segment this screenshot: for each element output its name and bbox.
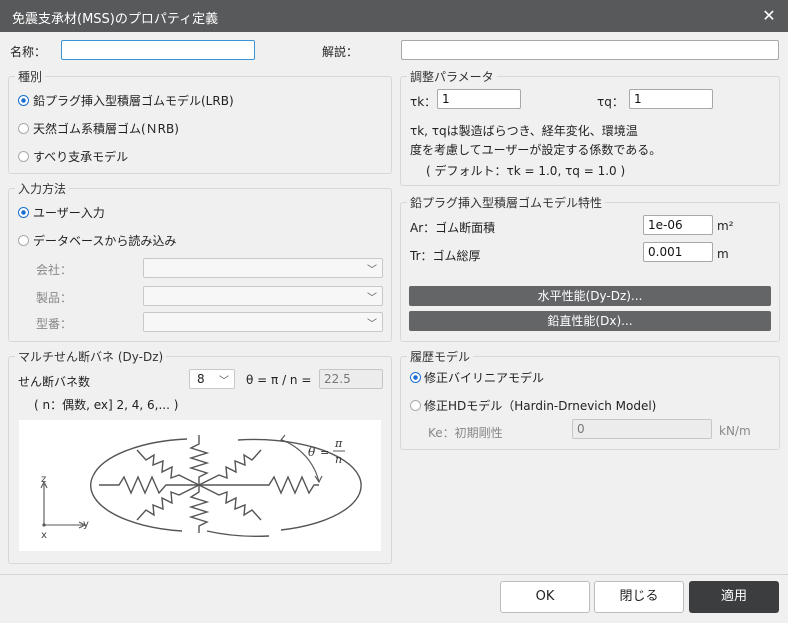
tr-unit: m	[717, 247, 729, 261]
description-input[interactable]	[401, 40, 779, 60]
adjust-description-line2: 度を考慮してユーザーが設定する係数である。	[410, 143, 662, 157]
theta-symbol: θ	[308, 445, 316, 459]
type-lrb-label[interactable]: 鉛プラグ挿入型積層ゴムモデル(LRB)	[33, 92, 234, 109]
spring-count-note: ( n：偶数, ex] 2, 4, 6,... )	[34, 398, 179, 412]
theta-value: 22.5	[319, 369, 383, 389]
type-lrb-radio[interactable]	[18, 95, 29, 106]
type-nrb-label[interactable]: 天然ゴム系積層ゴム(ＮRB)	[33, 120, 179, 137]
tq-label: τq：	[597, 95, 624, 109]
apply-button[interactable]: 適用	[689, 581, 779, 613]
ar-input[interactable]: 1e-06	[643, 215, 713, 235]
chevron-down-icon: ﹀	[367, 265, 377, 276]
adjust-default-note: ( デフォルト：τk = 1.0, τq = 1.0 )	[426, 164, 626, 178]
lrb-property-title: 鉛プラグ挿入型積層ゴムモデル特性	[407, 194, 606, 211]
description-label: 解説：	[322, 45, 359, 59]
window-title: 免震支承材(MSS)のプロパティ定義	[12, 12, 219, 27]
tr-input[interactable]: 0.001	[643, 242, 713, 262]
input-database-radio[interactable]	[18, 235, 29, 246]
theta-label: θ = π / n =	[246, 373, 312, 387]
pi-symbol: π	[334, 437, 343, 450]
chevron-down-icon: ﹀	[367, 293, 377, 304]
input-user-label[interactable]: ユーザー入力	[33, 204, 105, 221]
type-group-title: 種別	[15, 68, 46, 85]
n-symbol: n	[335, 453, 342, 466]
hysteresis-bilinear-label[interactable]: 修正バイリニアモデル	[424, 369, 544, 386]
axis-y-label: y	[83, 519, 89, 530]
name-label: 名称：	[10, 45, 47, 59]
adjust-description-line1: τk, τqは製造ばらつき、経年変化、環境温	[410, 124, 638, 138]
spring-count-label: せん断バネ数	[18, 375, 91, 389]
company-label: 会社：	[36, 263, 73, 277]
spring-diagram: θ = π n z y x	[19, 420, 381, 551]
tr-label: Tr：ゴム総厚	[410, 249, 481, 263]
tk-label: τk：	[410, 95, 437, 109]
spring-diagram-svg: θ = π n z y x	[40, 434, 362, 541]
ar-unit: m²	[717, 219, 734, 233]
type-sliding-label[interactable]: すべり支承モデル	[33, 148, 128, 165]
input-database-label[interactable]: データベースから読み込み	[33, 232, 176, 249]
adjust-group-title: 調整パラメータ	[407, 68, 497, 85]
input-method-title: 入力方法	[15, 180, 70, 197]
title-bar: 免震支承材(MSS)のプロパティ定義 ✕	[0, 0, 788, 32]
vertical-performance-button[interactable]: 鉛直性能(Dx)...	[409, 311, 771, 331]
hysteresis-hd-radio[interactable]	[410, 400, 421, 411]
spring-count-value: 8	[197, 372, 205, 386]
ke-input: 0	[572, 419, 712, 439]
ke-label: Ke：初期剛性	[428, 426, 503, 440]
tq-input[interactable]: 1	[629, 89, 713, 109]
ok-button[interactable]: OK	[500, 581, 590, 613]
axis-x-dot	[42, 523, 46, 527]
hysteresis-group-title: 履歴モデル	[407, 348, 474, 365]
chevron-down-icon: ﹀	[367, 319, 377, 330]
product-label: 製品：	[36, 291, 73, 305]
name-input[interactable]	[61, 40, 255, 60]
type-nrb-radio[interactable]	[18, 123, 29, 134]
close-icon[interactable]: ✕	[758, 5, 780, 27]
hysteresis-bilinear-radio[interactable]	[410, 372, 421, 383]
model-label: 型番：	[36, 317, 73, 331]
hysteresis-hd-label[interactable]: 修正HDモデル（Hardin-Drnevich Model)	[424, 397, 656, 414]
ke-unit: kN/m	[719, 424, 751, 438]
multi-spring-title: マルチせん断バネ (Dy-Dz)	[15, 348, 167, 365]
axis-z-label: z	[41, 474, 46, 485]
product-select[interactable]: ﹀	[143, 286, 383, 306]
spring-count-select[interactable]: 8 ﹀	[189, 369, 235, 389]
company-select[interactable]: ﹀	[143, 258, 383, 278]
chevron-down-icon: ﹀	[219, 376, 229, 387]
horizontal-performance-button[interactable]: 水平性能(Dy-Dz)...	[409, 286, 771, 306]
axis-x-label: x	[41, 530, 47, 541]
equals-symbol: =	[320, 446, 329, 459]
ar-label: Ar：ゴム断面積	[410, 221, 496, 235]
model-select[interactable]: ﹀	[143, 312, 383, 332]
type-sliding-radio[interactable]	[18, 151, 29, 162]
input-user-radio[interactable]	[18, 207, 29, 218]
tk-input[interactable]: 1	[437, 89, 521, 109]
close-button[interactable]: 閉じる	[594, 581, 684, 613]
